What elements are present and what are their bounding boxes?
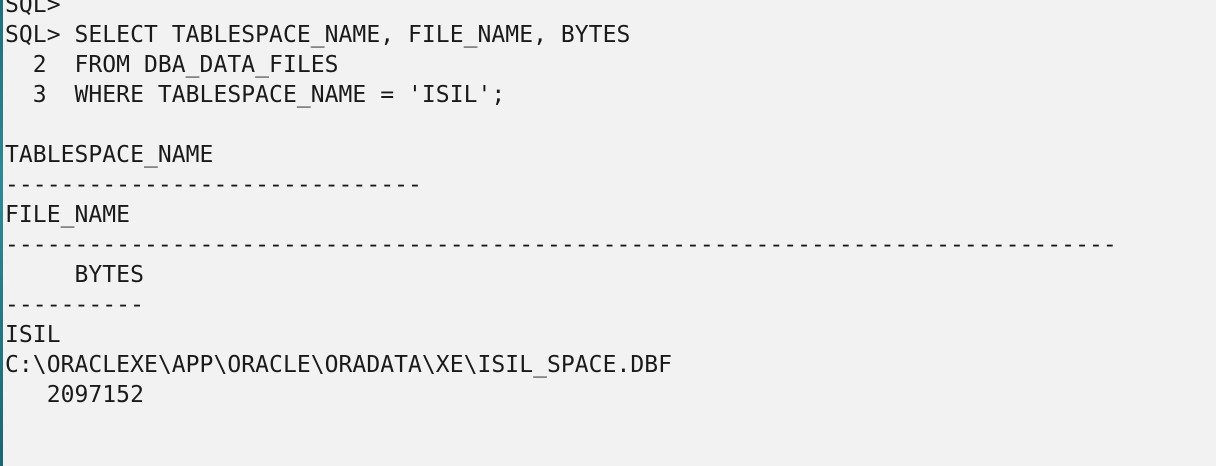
console-line-prompt: SQL> bbox=[5, 0, 61, 18]
result-file-name: C:\ORACLEXE\APP\ORACLE\ORADATA\XE\ISIL_S… bbox=[5, 352, 673, 378]
column-header-bytes: BYTES bbox=[5, 262, 144, 288]
console-line-from: 2 FROM DBA_DATA_FILES bbox=[5, 52, 339, 78]
column-underline-tablespace-name: ------------------------------ bbox=[5, 172, 422, 198]
console-line-blank bbox=[5, 110, 1117, 140]
column-header-file-name: FILE_NAME bbox=[5, 202, 131, 228]
sqlplus-console-output[interactable]: SQL> SQL> SELECT TABLESPACE_NAME, FILE_N… bbox=[5, 0, 1117, 410]
result-tablespace-name: ISIL bbox=[5, 322, 61, 348]
console-line-where: 3 WHERE TABLESPACE_NAME = 'ISIL'; bbox=[5, 82, 506, 108]
column-header-tablespace-name: TABLESPACE_NAME bbox=[5, 142, 214, 168]
column-underline-bytes: ---------- bbox=[5, 292, 144, 318]
column-underline-file-name: ----------------------------------------… bbox=[5, 232, 1117, 258]
console-line-select: SQL> SELECT TABLESPACE_NAME, FILE_NAME, … bbox=[5, 22, 631, 48]
window-left-edge bbox=[0, 0, 3, 466]
result-bytes: 2097152 bbox=[5, 382, 144, 408]
